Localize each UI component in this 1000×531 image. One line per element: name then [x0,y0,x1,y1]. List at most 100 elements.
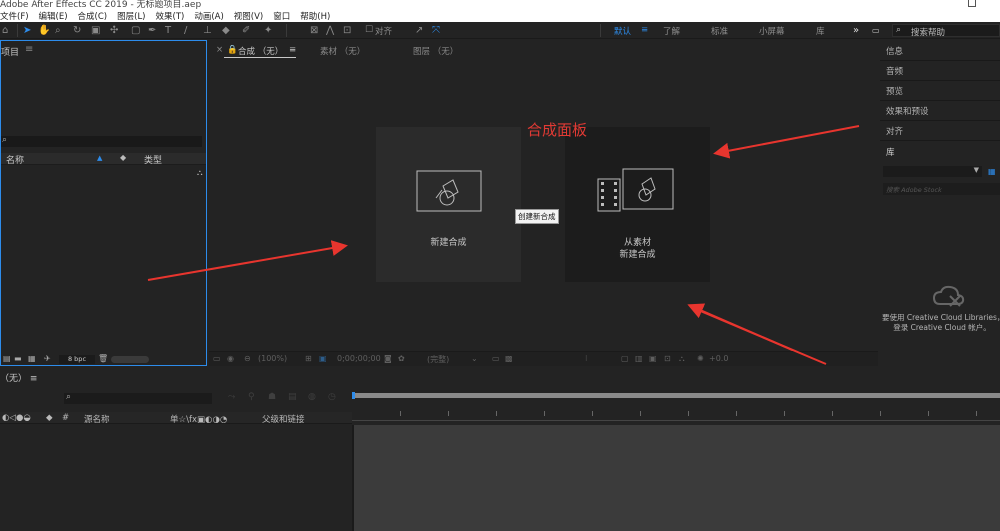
motion-blur-icon[interactable]: ◍ [308,392,316,402]
eraser-tool-icon[interactable]: ◆ [222,25,230,36]
interpret-footage-icon[interactable]: ▤ [3,354,11,363]
hide-shy-icon[interactable]: ☗ [268,392,276,402]
graph-editor-icon[interactable]: ◷ [328,392,336,402]
menu-view[interactable]: 视图(V) [234,10,263,22]
sort-ascending-icon[interactable]: ▲ [97,154,102,162]
help-search-input[interactable]: 搜索帮助 [911,26,945,38]
work-area-bar[interactable] [352,393,1000,398]
menu-edit[interactable]: 编辑(E) [39,10,68,22]
current-time-field[interactable]: 0;00;00;00 [337,354,381,363]
column-type[interactable]: 类型 [144,153,162,166]
dropdown-arrow-icon[interactable]: ⌄ [471,354,478,363]
column-name[interactable]: 名称 [6,153,24,166]
snap-feature-icon[interactable]: ↗ [415,25,423,36]
timeline-track-area[interactable] [354,425,1000,531]
pan-behind-tool-icon[interactable]: ✣ [110,25,118,36]
menu-window[interactable]: 窗口 [273,10,290,22]
menu-layer[interactable]: 图层(L) [117,10,145,22]
draft-3d-icon[interactable]: ⚲ [248,392,255,402]
toggle-pixel-icon[interactable]: ▥ [635,354,643,363]
align-panel[interactable]: 对齐 [880,120,1000,141]
fast-previews-icon[interactable]: ▣ [649,354,657,363]
workspace-overflow-button[interactable]: » [853,25,859,36]
timeline-search-input[interactable]: ⌕ [64,392,212,404]
menu-file[interactable]: 文件(F) [0,10,29,22]
color-channel-icon[interactable]: ✿ [398,354,405,363]
adobe-stock-search-input[interactable]: 搜索 Adobe Stock [886,184,942,194]
menu-composition[interactable]: 合成(C) [78,10,108,22]
transparency-icon[interactable]: ▩ [505,354,513,363]
bit-depth-button[interactable]: 8 bpc [59,355,95,364]
zoom-dropdown[interactable]: (100%) [258,354,287,363]
magnification-icon[interactable]: ▭ [213,354,221,363]
hand-tool-icon[interactable]: ✋ [38,25,50,36]
rectangle-tool-icon[interactable]: ▢ [131,25,140,36]
transparency-grid-icon[interactable]: ▣ [319,354,327,363]
active-camera-icon[interactable]: ⁝ [585,354,588,363]
pen-tool-icon[interactable]: ✒ [148,25,156,36]
library-dropdown[interactable]: ▼ [883,166,982,177]
av-features-icons[interactable]: ◐◁●◒ [2,413,31,423]
comp-marker-icon[interactable]: ⤳ [228,392,235,402]
trash-icon[interactable]: 🗑 [98,354,108,363]
time-ruler[interactable] [352,389,1000,425]
layer-list[interactable] [0,425,350,531]
info-panel[interactable]: 信息 [880,40,1000,61]
audio-panel[interactable]: 音频 [880,60,1000,81]
snap-expand-icon[interactable]: ⤧ [432,25,440,36]
frame-blending-icon[interactable]: ▤ [288,392,297,402]
new-folder-icon[interactable]: ▬ [14,354,22,363]
exposure-value[interactable]: +0.0 [709,354,728,363]
rotate-tool-icon[interactable]: ↻ [73,25,81,36]
layer-number-column[interactable]: # [62,413,69,423]
label-tag-icon[interactable]: ◆ [46,413,53,423]
menu-animation[interactable]: 动画(A) [194,10,223,22]
type-tool-icon[interactable]: T [165,25,171,36]
menu-effect[interactable]: 效果(T) [156,10,185,22]
preview-panel[interactable]: 预览 [880,80,1000,101]
snapshot-icon[interactable]: ◙ [384,354,392,363]
workspace-libraries[interactable]: 库 [816,25,825,37]
project-search-input[interactable]: ⌕ [1,135,202,147]
zoom-tool-icon[interactable]: ⌕ [55,25,61,36]
camera-tool-icon[interactable]: ▣ [91,25,100,36]
workspace-default[interactable]: 默认 [614,25,631,37]
preview-icon[interactable]: ◉ [227,354,234,363]
switches-column[interactable]: 单☆\fx▣◐◑◔ [170,413,227,425]
panel-menu-icon[interactable]: ≡ [25,44,33,55]
workspace-small-screen[interactable]: 小屏幕 [759,25,785,37]
source-name-column[interactable]: 源名称 [84,413,110,425]
horizontal-scrollbar[interactable] [111,356,149,363]
home-icon[interactable]: ⌂ [2,25,8,36]
region-of-interest-icon[interactable]: ▭ [492,354,500,363]
work-area-start-handle[interactable] [352,392,355,399]
clone-stamp-tool-icon[interactable]: ⊥ [203,25,212,36]
timeline-icon[interactable]: ⊡ [664,354,671,363]
effects-presets-panel[interactable]: 效果和预设 [880,100,1000,121]
maximize-icon[interactable] [968,0,976,7]
exposure-icon[interactable]: ✺ [697,354,704,363]
label-tag-icon[interactable]: ◆ [120,153,126,162]
snapping-checkbox[interactable]: ☐ [365,25,373,36]
safe-zones-icon[interactable]: ⊞ [305,354,312,363]
workspace-learn[interactable]: 了解 [663,25,680,37]
new-composition-icon[interactable]: ▦ [28,354,36,363]
workspace-menu-icon[interactable]: ≡ [641,25,648,35]
selection-tool-icon[interactable]: ➤ [23,25,31,36]
menu-help[interactable]: 帮助(H) [300,10,330,22]
brush-tool-icon[interactable]: / [184,25,187,36]
view-layout-icon[interactable]: ▢ [621,354,629,363]
send-to-media-encoder-icon[interactable]: ✈ [44,354,51,363]
grid-view-icon[interactable]: ▦ [988,167,996,176]
workspace-standard[interactable]: 标准 [711,25,728,37]
view-axis-icon[interactable]: ⊡ [343,25,351,36]
local-axis-icon[interactable]: ⊠ [310,25,318,36]
flowchart-icon[interactable]: ⛬ [679,354,685,364]
resolution-dropdown[interactable]: (完整) [427,354,449,365]
flowchart-icon[interactable]: ⛬ [197,168,203,178]
help-search[interactable]: ⌕ 搜索帮助 [892,24,1000,38]
aspect-icon[interactable]: ⊖ [244,354,251,363]
project-panel-title[interactable]: 项目 [1,45,19,58]
adobe-stock-search[interactable]: 搜索 Adobe Stock [883,183,1000,195]
world-axis-icon[interactable]: ⋀ [326,25,334,36]
